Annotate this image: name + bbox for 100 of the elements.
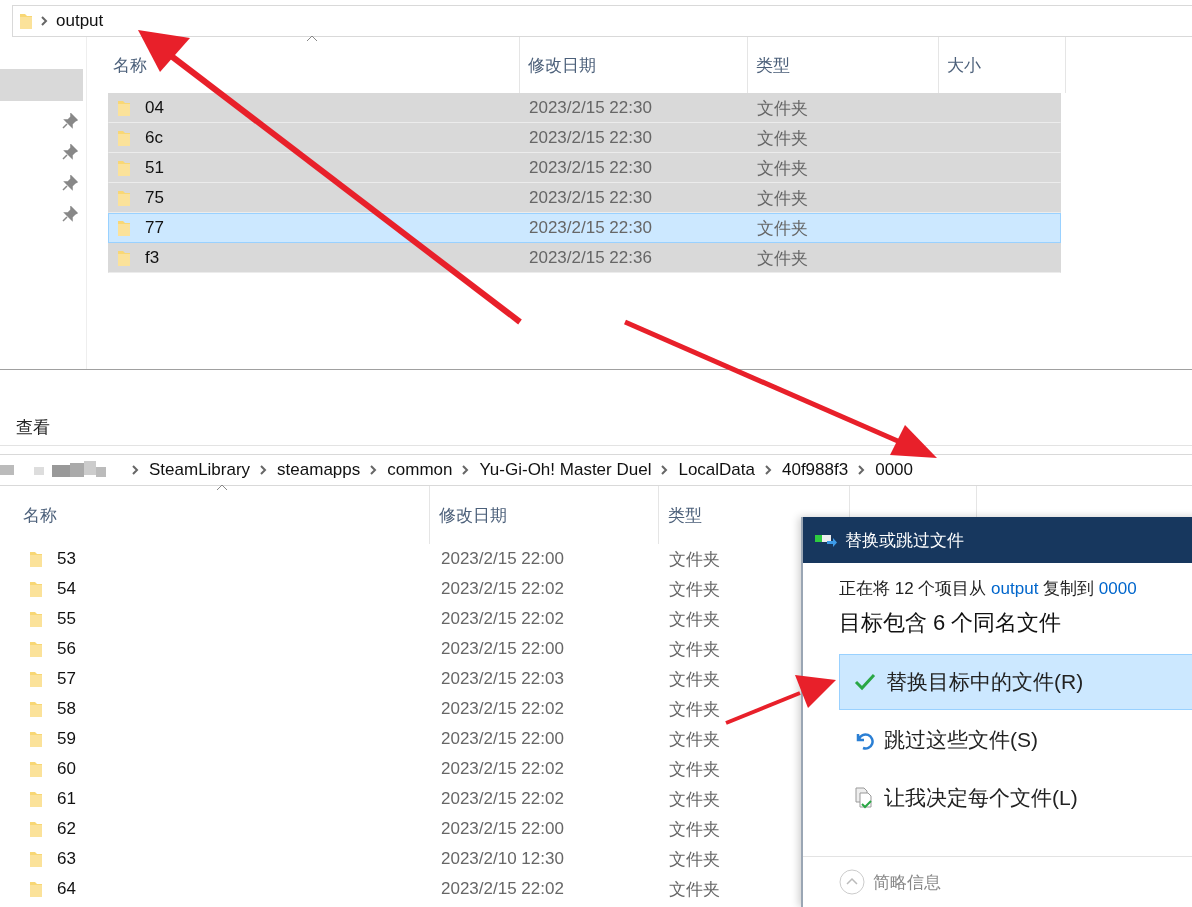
- file-name: 64: [57, 879, 76, 899]
- breadcrumb-item[interactable]: 0000: [875, 460, 913, 480]
- modified-date: 2023/2/15 22:02: [441, 579, 564, 599]
- folder-icon: [29, 850, 43, 868]
- folder-icon: [29, 760, 43, 778]
- pin-icon[interactable]: [62, 206, 78, 222]
- pin-icon[interactable]: [62, 175, 78, 191]
- modified-date: 2023/2/10 12:30: [441, 849, 564, 869]
- modified-date: 2023/2/15 22:02: [441, 609, 564, 629]
- pin-icon[interactable]: [62, 113, 78, 129]
- folder-icon: [29, 610, 43, 628]
- breadcrumb-item[interactable]: SteamLibrary: [149, 460, 251, 480]
- folder-icon: [29, 640, 43, 658]
- file-name: 51: [145, 158, 164, 178]
- dialog-heading: 目标包含 6 个同名文件: [839, 609, 1063, 637]
- file-type: 文件夹: [669, 758, 720, 781]
- folder-icon: [19, 12, 33, 30]
- file-type: 文件夹: [669, 788, 720, 811]
- folder-link[interactable]: 0000: [1098, 579, 1137, 598]
- file-name: 77: [145, 218, 164, 238]
- folder-icon: [117, 189, 131, 207]
- chevron-icon: [41, 16, 48, 26]
- file-row[interactable]: 6c 2023/2/15 22:30 文件夹: [108, 123, 1061, 153]
- breadcrumb-item[interactable]: 40f988f3: [782, 460, 849, 480]
- file-name: 53: [57, 549, 76, 569]
- file-name: 62: [57, 819, 76, 839]
- folder-icon: [29, 880, 43, 898]
- breadcrumb-item[interactable]: output: [56, 11, 104, 31]
- dialog-option[interactable]: 跳过这些文件(S): [839, 712, 1192, 768]
- modified-date: 2023/2/15 22:30: [529, 128, 652, 148]
- chevron-icon: [661, 465, 669, 475]
- dialog-option[interactable]: 让我决定每个文件(L): [839, 770, 1192, 826]
- file-type: 文件夹: [669, 548, 720, 571]
- file-name: 61: [57, 789, 76, 809]
- file-row[interactable]: 51 2023/2/15 22:30 文件夹: [108, 153, 1061, 183]
- folder-icon: [117, 249, 131, 267]
- folder-icon: [29, 820, 43, 838]
- file-row[interactable]: 04 2023/2/15 22:30 文件夹: [108, 93, 1061, 123]
- modified-date: 2023/2/15 22:02: [441, 759, 564, 779]
- file-type: 文件夹: [669, 878, 720, 901]
- breadcrumb-item[interactable]: common: [387, 460, 453, 480]
- file-type: 文件夹: [757, 217, 808, 240]
- folder-icon: [29, 730, 43, 748]
- folder-icon: [117, 159, 131, 177]
- file-row[interactable]: 75 2023/2/15 22:30 文件夹: [108, 183, 1061, 213]
- file-name: 55: [57, 609, 76, 629]
- dialog-option[interactable]: 替换目标中的文件(R): [839, 654, 1192, 710]
- pin-icon[interactable]: [62, 144, 78, 160]
- breadcrumb-item[interactable]: Yu-Gi-Oh! Master Duel: [479, 460, 652, 480]
- file-name: 59: [57, 729, 76, 749]
- details-toggle[interactable]: 简略信息: [839, 869, 941, 895]
- file-type: 文件夹: [757, 97, 808, 120]
- chevron-icon: [858, 465, 866, 475]
- file-type: 文件夹: [669, 728, 720, 751]
- modified-date: 2023/2/15 22:02: [441, 699, 564, 719]
- chevron-up-icon: [839, 869, 865, 895]
- modified-date: 2023/2/15 22:02: [441, 879, 564, 899]
- folder-link[interactable]: output: [991, 579, 1044, 598]
- file-type: 文件夹: [757, 247, 808, 270]
- file-type: 文件夹: [669, 578, 720, 601]
- address-bar[interactable]: output: [12, 5, 1192, 37]
- modified-date: 2023/2/15 22:36: [529, 248, 652, 268]
- file-name: 57: [57, 669, 76, 689]
- modified-date: 2023/2/15 22:00: [441, 549, 564, 569]
- file-name: 60: [57, 759, 76, 779]
- copy-message: 正在将 12 个项目从 output 复制到 0000: [839, 578, 1138, 600]
- address-bar[interactable]: SteamLibrary steamapps common Yu-Gi-Oh! Master Duel LocalData 40f988f3 0000: [0, 454, 1192, 486]
- folder-icon: [117, 99, 131, 117]
- breadcrumb-item[interactable]: LocalData: [678, 460, 755, 480]
- modified-date: 2023/2/15 22:00: [441, 819, 564, 839]
- chevron-icon: [370, 465, 378, 475]
- documents-icon: [854, 787, 874, 809]
- file-type: 文件夹: [669, 638, 720, 661]
- folder-icon: [29, 790, 43, 808]
- undo-icon: [854, 730, 874, 750]
- chevron-icon: [765, 465, 772, 475]
- file-name: 54: [57, 579, 76, 599]
- file-name: 63: [57, 849, 76, 869]
- file-type: 文件夹: [757, 127, 808, 150]
- file-name: 56: [57, 639, 76, 659]
- folder-icon: [29, 580, 43, 598]
- column-header[interactable]: 名称: [0, 486, 430, 544]
- folder-icon: [29, 550, 43, 568]
- column-header[interactable]: 修改日期: [430, 486, 659, 544]
- chevron-icon: [132, 465, 139, 475]
- file-row[interactable]: f3 2023/2/15 22:36 文件夹: [108, 243, 1061, 273]
- folder-icon: [29, 700, 43, 718]
- file-name: f3: [145, 248, 160, 268]
- modified-date: 2023/2/15 22:30: [529, 218, 652, 238]
- chevron-icon: [260, 465, 268, 475]
- chevron-icon: [462, 465, 470, 475]
- folder-icon: [29, 670, 43, 688]
- ribbon-tab[interactable]: 查看: [16, 416, 50, 439]
- file-name: 04: [145, 98, 164, 118]
- sort-caret-icon: [216, 484, 228, 491]
- modified-date: 2023/2/15 22:02: [441, 789, 564, 809]
- modified-date: 2023/2/15 22:03: [441, 669, 564, 689]
- breadcrumb-item[interactable]: steamapps: [277, 460, 361, 480]
- file-transfer-icon: [815, 533, 837, 547]
- file-row[interactable]: 77 2023/2/15 22:30 文件夹: [108, 213, 1061, 243]
